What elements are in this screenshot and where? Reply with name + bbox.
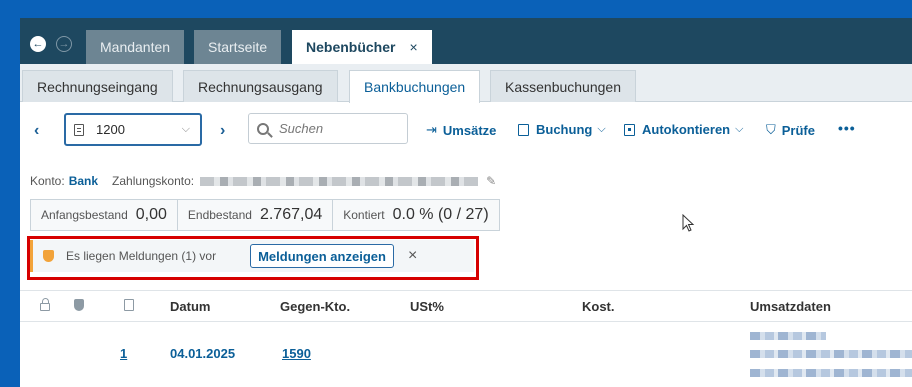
row-gegenkonto[interactable]: 1590 (282, 346, 311, 361)
chevron-down-icon: ⌵ (597, 123, 606, 135)
autokontieren-icon (624, 123, 635, 136)
redacted-umsatzdaten (750, 350, 912, 358)
search-icon (257, 122, 269, 135)
forward-arrow-icon[interactable]: → (56, 36, 72, 52)
anfangsbestand-value: 0,00 (135, 206, 167, 223)
redacted-umsatzdaten (750, 369, 912, 377)
document-icon (74, 123, 84, 136)
endbestand: Endbestand 2.767,04 (178, 200, 334, 230)
row-number[interactable]: 1 (116, 346, 131, 361)
search-field[interactable] (248, 113, 408, 144)
search-input[interactable] (279, 121, 399, 136)
redacted-zahlungskonto (200, 176, 479, 186)
pruefe-label: Prüfe (781, 122, 815, 138)
lock-icon[interactable] (40, 298, 50, 314)
pruefe-button[interactable]: ⛉ Prüfe (766, 122, 815, 138)
toolbar: ‹ 1200 ⌵ › ⇥ Umsätze Buchung ⌵ Autokonti… (20, 110, 912, 152)
chevron-down-icon: ⌵ (735, 123, 744, 135)
kontiert: Kontiert 0.0 % (0 / 27) (333, 200, 498, 230)
tab-rechnungseingang[interactable]: Rechnungseingang (22, 70, 173, 102)
close-tab-icon[interactable]: × (409, 39, 417, 55)
tab-label: Rechnungseingang (37, 78, 158, 95)
next-account-button[interactable]: › (220, 122, 225, 140)
row-datum: 04.01.2025 (170, 346, 236, 361)
autokontieren-button[interactable]: Autokontieren ⌵ (624, 122, 743, 137)
tab-kassenbuchungen[interactable]: Kassenbuchungen (490, 70, 636, 102)
column-kost[interactable]: Kost. (582, 299, 615, 314)
tab-label: Rechnungsausgang (198, 78, 323, 95)
back-arrow-icon[interactable]: ← (30, 36, 46, 52)
previous-account-button[interactable]: ‹ (34, 122, 39, 140)
import-icon: ⇥ (426, 122, 437, 137)
shield-check-icon: ⛉ (766, 122, 776, 137)
tab-label: Startseite (208, 39, 268, 55)
history-navigation: ← → (30, 36, 72, 52)
show-messages-button[interactable]: Meldungen anzeigen (250, 244, 394, 268)
tab-label: Nebenbücher (306, 39, 396, 55)
balance-summary: Anfangsbestand 0,00 Endbestand 2.767,04 … (30, 199, 500, 231)
autokontieren-label: Autokontieren (642, 122, 731, 137)
anfangsbestand-label: Anfangsbestand (41, 208, 128, 222)
endbestand-value: 2.767,04 (259, 206, 323, 223)
umsaetze-button[interactable]: ⇥ Umsätze (426, 122, 496, 138)
tab-rechnungsausgang[interactable]: Rechnungsausgang (183, 70, 338, 102)
message-banner: Es liegen Meldungen (1) vor Meldungen an… (30, 240, 474, 272)
column-datum[interactable]: Datum (170, 299, 210, 314)
more-options-icon[interactable]: ••• (838, 120, 856, 136)
chevron-down-icon: ⌵ (181, 123, 190, 135)
umsaetze-label: Umsätze (442, 122, 497, 138)
sub-tab-bar: Rechnungseingang Rechnungsausgang Bankbu… (20, 64, 912, 103)
message-text: Es liegen Meldungen (1) vor (66, 249, 217, 263)
buchung-label: Buchung (536, 122, 593, 137)
account-value: 1200 (96, 122, 125, 137)
shield-icon[interactable] (74, 299, 84, 314)
endbestand-label: Endbestand (187, 208, 252, 222)
top-tab-bar: ← → Mandanten Startseite Nebenbücher × (20, 18, 912, 64)
tab-label: Mandanten (100, 39, 171, 55)
anfangsbestand: Anfangsbestand 0,00 (31, 200, 178, 230)
kontiert-label: Kontiert (343, 208, 385, 222)
tab-label: Bankbuchungen (364, 79, 466, 95)
buchung-button[interactable]: Buchung ⌵ (518, 122, 606, 137)
document-icon (518, 123, 529, 136)
column-umsatzdaten[interactable]: Umsatzdaten (750, 299, 831, 314)
tab-mandanten[interactable]: Mandanten (86, 30, 185, 64)
tab-nebenbuecher[interactable]: Nebenbücher × (292, 30, 432, 64)
tab-label: Kassenbuchungen (505, 78, 621, 95)
mouse-cursor-icon (682, 214, 695, 232)
konto-info: Konto: Bank Zahlungskonto: ✎ (30, 174, 496, 188)
app-window: ← → Mandanten Startseite Nebenbücher × R… (20, 18, 912, 387)
tab-bankbuchungen[interactable]: Bankbuchungen (349, 70, 481, 103)
table-header: Datum Gegen-Kto. USt% Kost. Umsatzdaten (20, 290, 912, 322)
kontiert-value: 0.0 % (0 / 27) (392, 206, 489, 223)
edit-pencil-icon[interactable]: ✎ (486, 174, 496, 188)
konto-value: Bank (68, 174, 99, 188)
konto-label: Konto: (30, 174, 65, 188)
column-gegen-kto[interactable]: Gegen-Kto. (280, 299, 350, 314)
redacted-umsatzdaten (750, 332, 826, 340)
document-icon[interactable] (124, 299, 134, 314)
tab-startseite[interactable]: Startseite (194, 30, 282, 64)
column-ust[interactable]: USt% (410, 299, 444, 314)
warning-shield-icon (43, 250, 54, 262)
account-select[interactable]: 1200 ⌵ (64, 113, 202, 146)
zahlungskonto-label: Zahlungskonto: (112, 174, 195, 188)
close-icon[interactable]: × (408, 247, 417, 265)
